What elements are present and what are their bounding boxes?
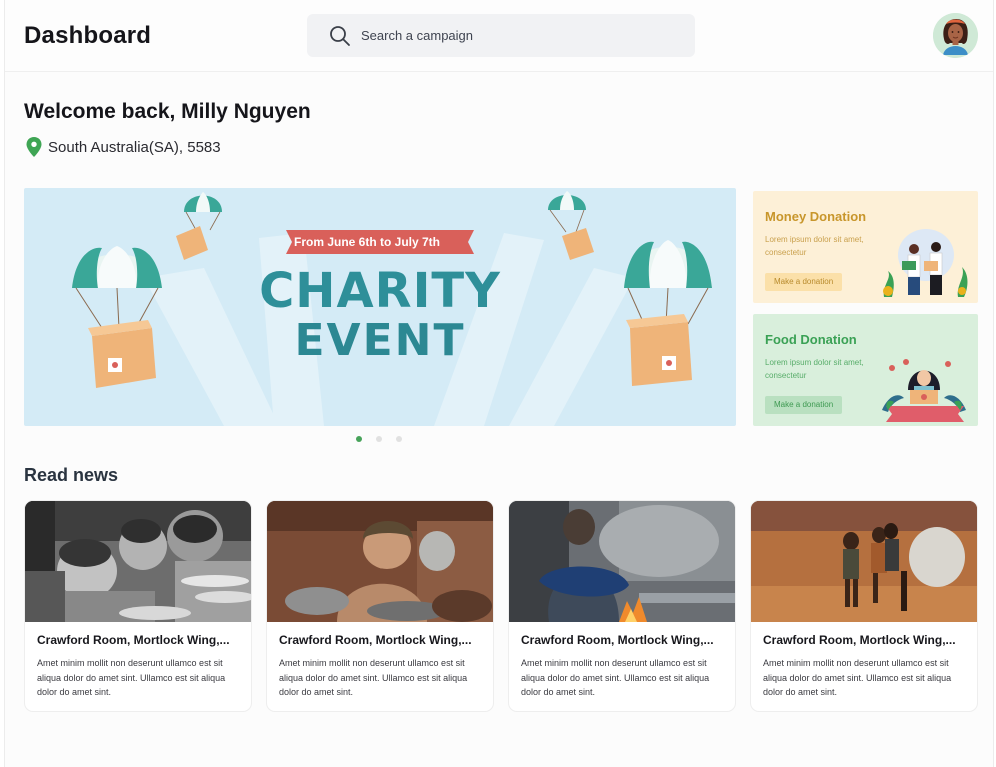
food-donation-title: Food Donation xyxy=(765,332,857,347)
news-excerpt: Amet minim mollit non deserunt ullamco e… xyxy=(37,658,226,697)
parachute-right xyxy=(624,240,712,386)
page-title: Dashboard xyxy=(24,22,152,49)
news-card[interactable]: Crawford Room, Mortlock Wing,... Amet mi… xyxy=(24,500,252,712)
money-donation-title: Money Donation xyxy=(765,209,867,224)
welcome-heading: Welcome back, Milly Nguyen xyxy=(24,100,311,123)
news-photo-1 xyxy=(25,501,251,622)
search-icon xyxy=(330,26,350,46)
food-donate-button[interactable]: Make a donation xyxy=(765,396,843,414)
news-card[interactable]: Crawford Room, Mortlock Wing,... Amet mi… xyxy=(750,500,978,712)
banner-title-line2: EVENT xyxy=(294,315,466,366)
food-donation-card[interactable]: Food Donation Lorem ipsum dolor sit amet… xyxy=(753,314,978,426)
charity-event-banner[interactable]: From June 6th to July 7th CHARITY EVENT xyxy=(24,188,736,426)
news-photo-2 xyxy=(267,501,493,622)
money-donation-illustration xyxy=(883,229,968,297)
food-donation-desc: Lorem ipsum dolor sit amet, consectetur xyxy=(765,358,864,380)
news-photo-4 xyxy=(751,501,977,622)
food-donation-illustration xyxy=(882,359,966,422)
read-news-heading: Read news xyxy=(24,465,119,485)
search-bar[interactable] xyxy=(307,14,695,57)
news-excerpt: Amet minim mollit non deserunt ullamco e… xyxy=(279,658,468,697)
location-text: South Australia(SA), 5583 xyxy=(48,139,221,156)
news-title[interactable]: Crawford Room, Mortlock Wing,... xyxy=(37,633,243,647)
user-avatar[interactable] xyxy=(933,13,978,58)
parachute-small-right xyxy=(548,191,594,260)
news-excerpt: Amet minim mollit non deserunt ullamco e… xyxy=(763,658,952,697)
carousel-dot-2[interactable] xyxy=(376,436,382,442)
parachute-small-left xyxy=(176,192,222,260)
news-card[interactable]: Crawford Room, Mortlock Wing,... Amet mi… xyxy=(266,500,494,712)
top-header: Dashboard xyxy=(5,0,993,72)
parachute-left xyxy=(72,246,162,388)
money-donation-desc: Lorem ipsum dolor sit amet, consectetur xyxy=(765,235,864,257)
event-date-ribbon-text: From June 6th to July 7th xyxy=(293,235,440,249)
carousel-dot-3[interactable] xyxy=(396,436,402,442)
money-donate-button[interactable]: Make a donation xyxy=(765,273,843,291)
location-pin-icon xyxy=(26,137,42,157)
news-title[interactable]: Crawford Room, Mortlock Wing,... xyxy=(763,633,969,647)
banner-title-line1: CHARITY xyxy=(259,263,501,319)
news-photo-3 xyxy=(509,501,735,622)
news-card[interactable]: Crawford Room, Mortlock Wing,... Amet mi… xyxy=(508,500,736,712)
news-excerpt: Amet minim mollit non deserunt ullamco e… xyxy=(521,658,710,697)
carousel-dot-1[interactable] xyxy=(356,436,362,442)
news-title[interactable]: Crawford Room, Mortlock Wing,... xyxy=(279,633,485,647)
news-title[interactable]: Crawford Room, Mortlock Wing,... xyxy=(521,633,727,647)
app-frame: Dashboard Welcome back, Milly Nguyen xyxy=(4,0,994,767)
search-input[interactable] xyxy=(361,14,681,57)
money-donation-card[interactable]: Money Donation Lorem ipsum dolor sit ame… xyxy=(753,191,978,303)
